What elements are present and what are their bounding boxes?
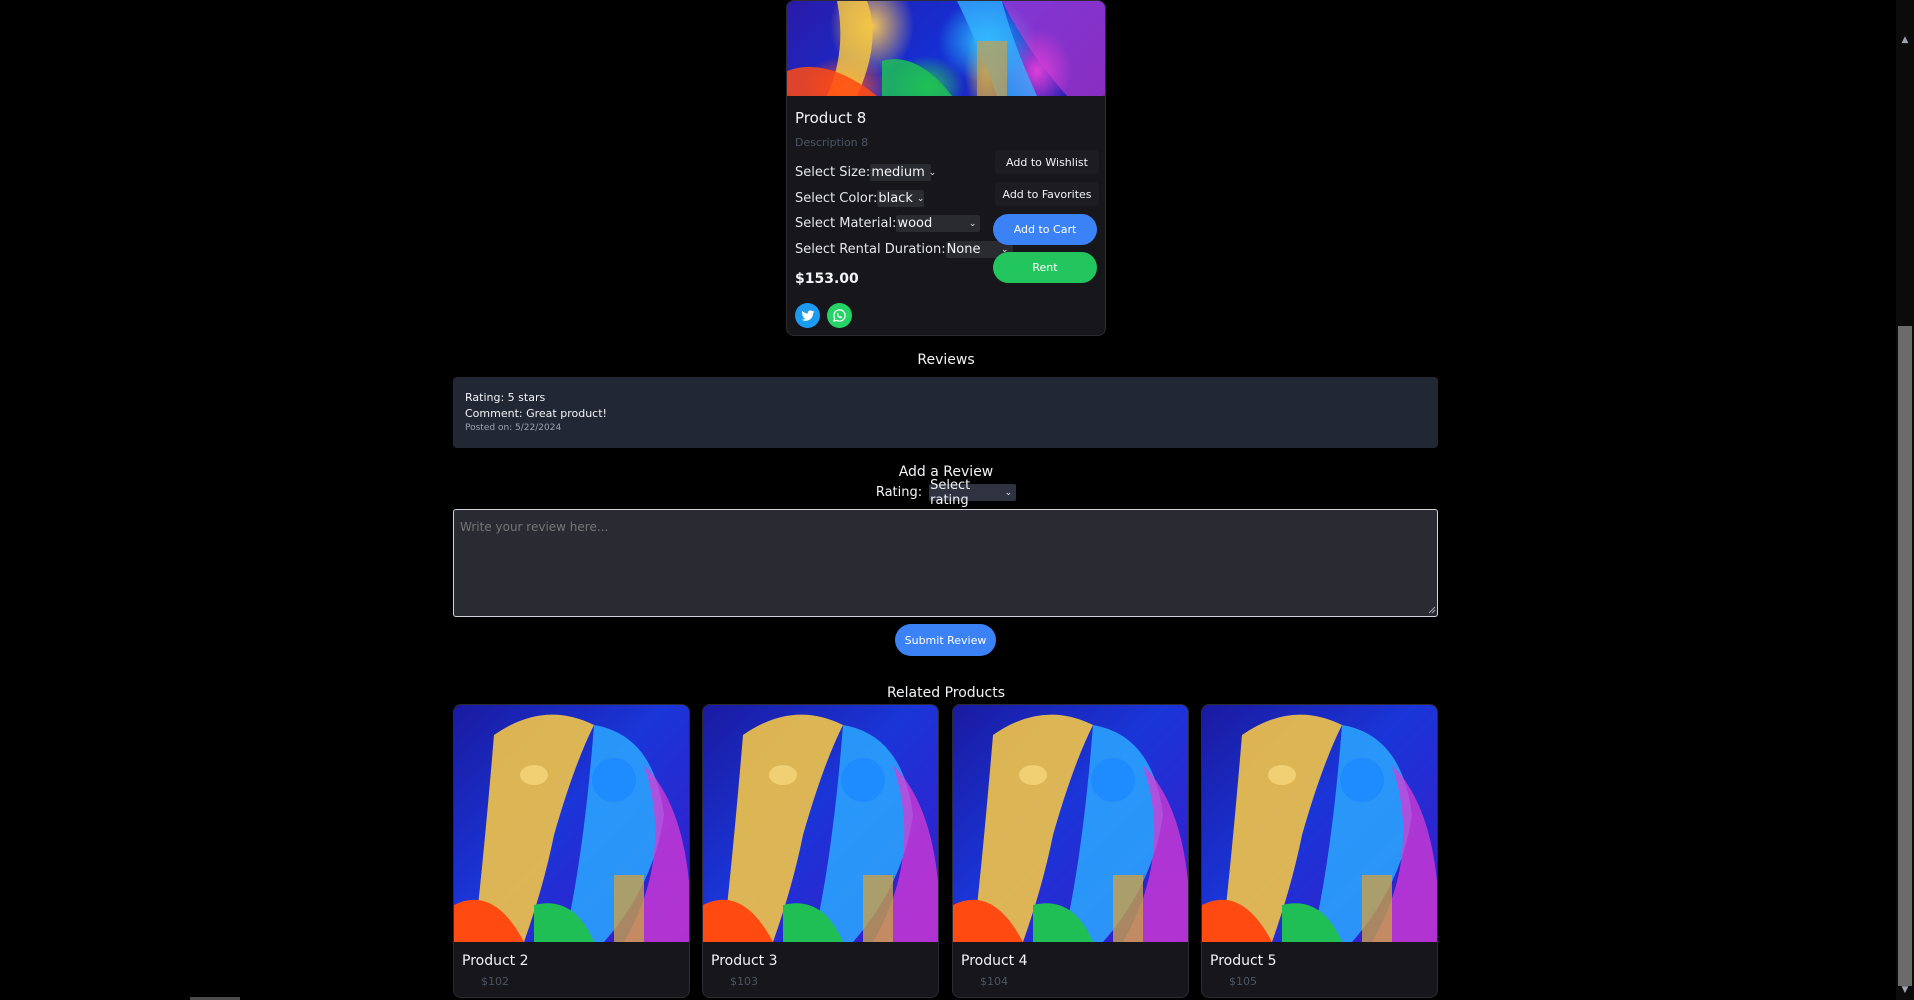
rent-button[interactable]: Rent [993, 252, 1097, 283]
product-price: $153.00 [795, 271, 859, 287]
submit-review-button[interactable]: Submit Review [895, 624, 996, 656]
review-item: Rating: 5 stars Comment: Great product! … [453, 377, 1438, 448]
rating-row: Rating: Select rating ⌄ [0, 478, 1892, 508]
related-product-name: Product 2 [462, 953, 529, 969]
related-product-image [953, 705, 1188, 942]
product-card: Product 8 Description 8 Select Size: med… [786, 0, 1106, 336]
review-date: Posted on: 5/22/2024 [465, 423, 562, 433]
whatsapp-icon [832, 309, 846, 323]
add-to-favorites-button[interactable]: Add to Favorites [995, 182, 1099, 206]
whatsapp-share-button[interactable] [827, 303, 852, 328]
rental-duration-option-row: Select Rental Duration: None ⌄ [795, 241, 1013, 258]
size-option-row: Select Size: medium ⌄ [795, 164, 936, 181]
size-select[interactable]: medium ⌄ [870, 164, 936, 181]
chevron-down-icon: ⌄ [1004, 487, 1013, 498]
scroll-up-icon[interactable]: ▲ [1899, 34, 1911, 46]
color-select-value: black [878, 191, 913, 206]
related-product-image [1202, 705, 1437, 942]
related-product-image-art [1202, 714, 1437, 942]
related-product-price: $103 [730, 975, 758, 988]
chevron-down-icon: ⌄ [928, 167, 937, 178]
review-textarea[interactable] [453, 509, 1438, 617]
size-select-value: medium [871, 165, 925, 180]
material-select-value: wood [897, 216, 933, 231]
vertical-scrollbar[interactable]: ▲ ▼ [1896, 0, 1914, 1000]
related-product-name: Product 3 [711, 953, 778, 969]
material-select[interactable]: wood ⌄ [896, 215, 981, 232]
related-product-card[interactable]: Product 4 $104 [952, 704, 1189, 998]
chevron-down-icon: ⌄ [916, 193, 925, 204]
color-select[interactable]: black ⌄ [877, 190, 924, 207]
twitter-share-button[interactable] [795, 303, 820, 328]
related-product-image [454, 705, 689, 942]
related-product-price: $105 [1229, 975, 1257, 988]
rating-select[interactable]: Select rating ⌄ [929, 478, 1017, 508]
scrollbar-thumb[interactable] [1898, 326, 1912, 986]
rental-duration-select-value: None [946, 242, 981, 257]
add-to-cart-button[interactable]: Add to Cart [993, 214, 1097, 245]
reviews-title: Reviews [917, 352, 975, 368]
related-product-image-art [953, 714, 1188, 942]
related-product-image-art [454, 714, 689, 942]
related-product-image-art [703, 714, 938, 942]
related-product-card[interactable]: Product 3 $103 [702, 704, 939, 998]
size-label: Select Size: [795, 165, 871, 180]
rental-duration-label: Select Rental Duration: [795, 242, 946, 257]
related-product-price: $102 [481, 975, 509, 988]
product-title: Product 8 [795, 109, 867, 127]
review-comment: Comment: Great product! [465, 407, 607, 420]
scroll-down-icon[interactable]: ▼ [1899, 984, 1911, 996]
rating-select-value: Select rating [930, 477, 971, 508]
review-rating: Rating: 5 stars [465, 391, 546, 404]
related-product-name: Product 4 [961, 953, 1028, 969]
related-product-card[interactable]: Product 5 $105 [1201, 704, 1438, 998]
product-description: Description 8 [795, 136, 869, 149]
chevron-down-icon: ⌄ [968, 218, 977, 229]
related-product-name: Product 5 [1210, 953, 1277, 969]
page-viewport: Product 8 Description 8 Select Size: med… [0, 0, 1896, 1000]
color-label: Select Color: [795, 191, 878, 206]
rating-label: Rating: [875, 485, 923, 500]
related-product-image [703, 705, 938, 942]
resize-grip-icon[interactable] [1426, 604, 1436, 614]
related-product-price: $104 [980, 975, 1008, 988]
product-image-art [787, 1, 1105, 96]
related-product-card[interactable]: Product 2 $102 [453, 704, 690, 998]
twitter-icon [801, 309, 814, 321]
product-image [787, 1, 1105, 96]
material-label: Select Material: [795, 216, 897, 231]
material-option-row: Select Material: wood ⌄ [795, 215, 981, 232]
add-to-wishlist-button[interactable]: Add to Wishlist [995, 150, 1099, 174]
color-option-row: Select Color: black ⌄ [795, 190, 924, 207]
related-products-title: Related Products [886, 685, 1006, 701]
